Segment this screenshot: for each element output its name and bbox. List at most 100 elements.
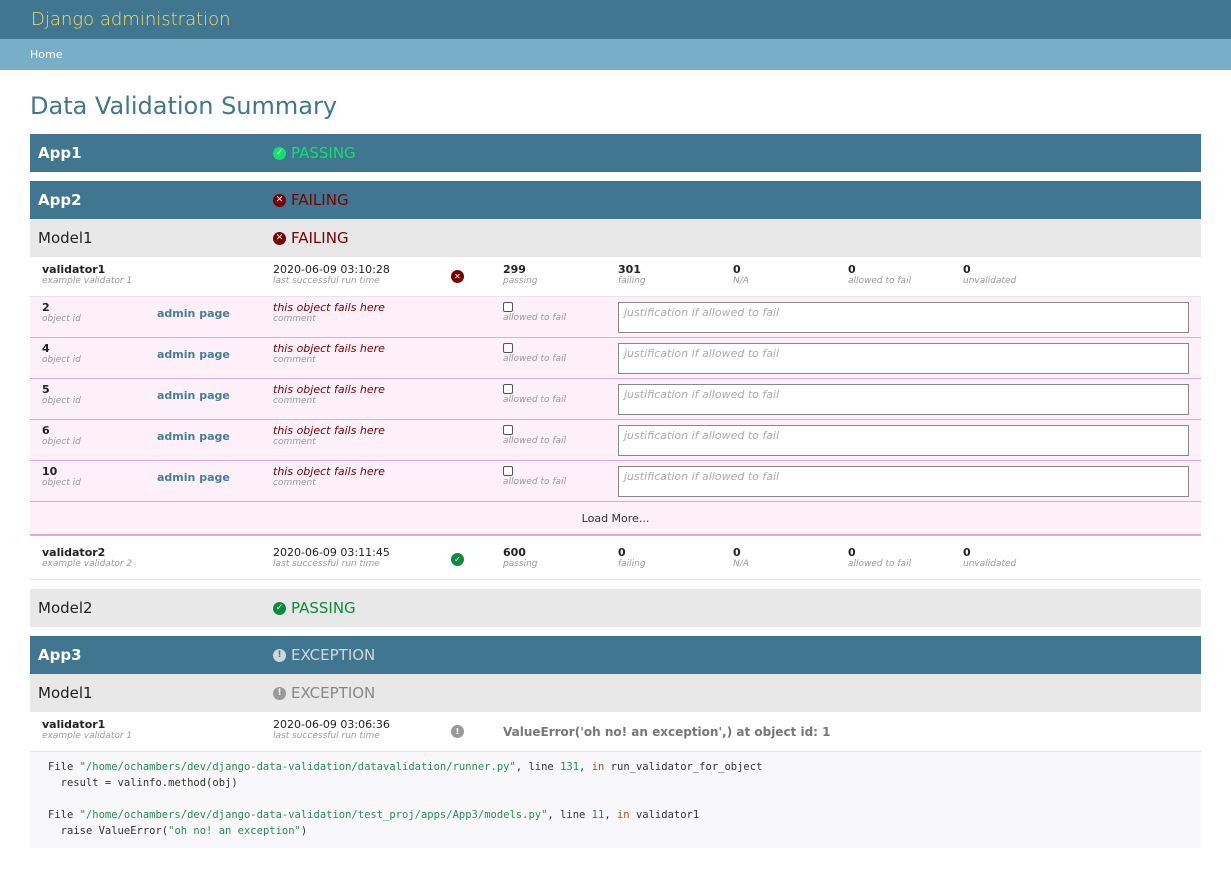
status-badge: ✓ PASSING bbox=[273, 599, 356, 617]
app-header-app2: App2 ✕ FAILING bbox=[30, 181, 1201, 219]
object-id: 10 bbox=[42, 465, 58, 478]
allowed-to-fail-checkbox[interactable] bbox=[503, 384, 513, 394]
na-count: 0 N/A bbox=[733, 546, 749, 570]
status-badge: ! EXCEPTION bbox=[273, 646, 375, 664]
validator-row: validator2 example validator 2 2020-06-0… bbox=[30, 540, 1201, 580]
failure-row: 4 object id admin page this object fails … bbox=[30, 338, 1201, 379]
load-more-button[interactable]: Load More... bbox=[30, 502, 1201, 536]
object-id: 4 bbox=[42, 342, 50, 355]
validator-desc: example validator 1 bbox=[42, 276, 133, 286]
run-time: 2020-06-09 03:10:28 bbox=[273, 263, 390, 276]
model-header-app2-model1: Model1 ✕ FAILING bbox=[30, 219, 1201, 257]
failure-comment: this object fails here bbox=[273, 342, 385, 355]
allowed-count: 0 allowed to fail bbox=[848, 546, 912, 570]
failure-row: 6 object id admin page this object fails … bbox=[30, 420, 1201, 461]
validator-desc: example validator 2 bbox=[42, 559, 133, 569]
x-circle-icon: ✕ bbox=[273, 231, 286, 245]
status-badge: ✓ PASSING bbox=[273, 144, 356, 162]
validator-name: validator1 bbox=[42, 718, 106, 731]
allowed-to-fail-checkbox[interactable] bbox=[503, 425, 513, 435]
validator-row: validator1 example validator 1 2020-06-0… bbox=[30, 712, 1201, 752]
justification-input[interactable]: justification if allowed to fail bbox=[618, 343, 1189, 374]
run-time-label: last successful run time bbox=[273, 559, 380, 569]
run-time-label: last successful run time bbox=[273, 276, 380, 286]
app-name: App1 bbox=[38, 144, 82, 162]
model-header-app2-model2: Model2 ✓ PASSING bbox=[30, 589, 1201, 627]
app-name: App2 bbox=[38, 191, 82, 209]
status-text: PASSING bbox=[291, 599, 356, 617]
page-title: Data Validation Summary bbox=[30, 92, 338, 120]
failure-comment: this object fails here bbox=[273, 383, 385, 396]
app-header-app1: App1 ✓ PASSING bbox=[30, 134, 1201, 172]
allowed-to-fail-checkbox[interactable] bbox=[503, 302, 513, 312]
site-title[interactable]: Django administration bbox=[31, 9, 231, 30]
passing-count: 299 passing bbox=[503, 263, 538, 287]
admin-page-link[interactable]: admin page bbox=[157, 471, 230, 484]
validator-desc: example validator 1 bbox=[42, 731, 133, 741]
object-id: 6 bbox=[42, 424, 50, 437]
status-badge: ✕ FAILING bbox=[273, 191, 349, 209]
model-name: Model1 bbox=[38, 229, 93, 247]
validator-row: validator1 example validator 1 2020-06-0… bbox=[30, 257, 1201, 297]
status-text: PASSING bbox=[291, 144, 356, 162]
passing-count: 600 passing bbox=[503, 546, 538, 570]
failure-row: 2 object id admin page this object fails … bbox=[30, 297, 1201, 338]
allowed-to-fail-checkbox[interactable] bbox=[503, 343, 513, 353]
admin-page-link[interactable]: admin page bbox=[157, 348, 230, 361]
exception-message: ValueError('oh no! an exception',) at ob… bbox=[503, 725, 831, 739]
admin-page-link[interactable]: admin page bbox=[157, 389, 230, 402]
run-time-cell: 2020-06-09 03:10:28 last successful run … bbox=[273, 264, 390, 287]
failure-comment: this object fails here bbox=[273, 424, 385, 437]
object-id: 5 bbox=[42, 383, 50, 396]
failure-comment: this object fails here bbox=[273, 465, 385, 478]
traceback: File "/home/ochambers/dev/django-data-va… bbox=[30, 752, 1201, 848]
x-circle-icon: ✕ bbox=[451, 270, 464, 283]
object-id: 2 bbox=[42, 301, 50, 314]
failure-row: 5 object id admin page this object fails … bbox=[30, 379, 1201, 420]
status-badge: ✕ FAILING bbox=[273, 229, 349, 247]
unvalidated-count: 0 unvalidated bbox=[963, 263, 1017, 287]
app-name: App3 bbox=[38, 646, 82, 664]
justification-input[interactable]: justification if allowed to fail bbox=[618, 425, 1189, 456]
failing-count: 301 failing bbox=[618, 263, 646, 287]
breadcrumb-home-link[interactable]: Home bbox=[30, 48, 62, 61]
allowed-to-fail-checkbox[interactable] bbox=[503, 466, 513, 476]
status-text: FAILING bbox=[291, 229, 349, 247]
failure-list: 2 object id admin page this object fails … bbox=[30, 297, 1201, 536]
model-header-app3-model1: Model1 ! EXCEPTION bbox=[30, 674, 1201, 712]
admin-page-link[interactable]: admin page bbox=[157, 307, 230, 320]
status-badge: ! EXCEPTION bbox=[273, 684, 375, 702]
justification-input[interactable]: justification if allowed to fail bbox=[618, 384, 1189, 415]
unvalidated-count: 0 unvalidated bbox=[963, 546, 1017, 570]
check-circle-icon: ✓ bbox=[451, 553, 464, 566]
status-text: FAILING bbox=[291, 191, 349, 209]
exclamation-circle-icon: ! bbox=[273, 686, 286, 700]
validator-name-cell: validator1 example validator 1 bbox=[42, 264, 132, 287]
na-count: 0 N/A bbox=[733, 263, 749, 287]
validator-name: validator2 bbox=[42, 546, 106, 559]
justification-input[interactable]: justification if allowed to fail bbox=[618, 466, 1189, 497]
failure-comment: this object fails here bbox=[273, 301, 385, 314]
site-header: Django administration bbox=[0, 0, 1231, 39]
exclamation-circle-icon: ! bbox=[451, 725, 464, 738]
exclamation-circle-icon: ! bbox=[273, 648, 286, 662]
allowed-count: 0 allowed to fail bbox=[848, 263, 912, 287]
justification-input[interactable]: justification if allowed to fail bbox=[618, 302, 1189, 333]
app-header-app3: App3 ! EXCEPTION bbox=[30, 636, 1201, 674]
status-text: EXCEPTION bbox=[291, 684, 376, 702]
breadcrumb: Home bbox=[0, 39, 1231, 70]
run-time: 2020-06-09 03:06:36 bbox=[273, 718, 390, 731]
x-circle-icon: ✕ bbox=[273, 193, 286, 207]
failure-row: 10 object id admin page this object fails… bbox=[30, 461, 1201, 502]
model-name: Model1 bbox=[38, 684, 93, 702]
status-text: EXCEPTION bbox=[291, 646, 376, 664]
validator-name: validator1 bbox=[42, 263, 106, 276]
check-circle-icon: ✓ bbox=[273, 601, 286, 615]
model-name: Model2 bbox=[38, 599, 93, 617]
check-circle-icon: ✓ bbox=[273, 146, 286, 160]
failing-count: 0 failing bbox=[618, 546, 646, 570]
admin-page-link[interactable]: admin page bbox=[157, 430, 230, 443]
run-time-label: last successful run time bbox=[273, 731, 380, 741]
run-time: 2020-06-09 03:11:45 bbox=[273, 546, 390, 559]
main-content: Data Validation Summary App1 ✓ PASSING A… bbox=[0, 70, 1231, 848]
